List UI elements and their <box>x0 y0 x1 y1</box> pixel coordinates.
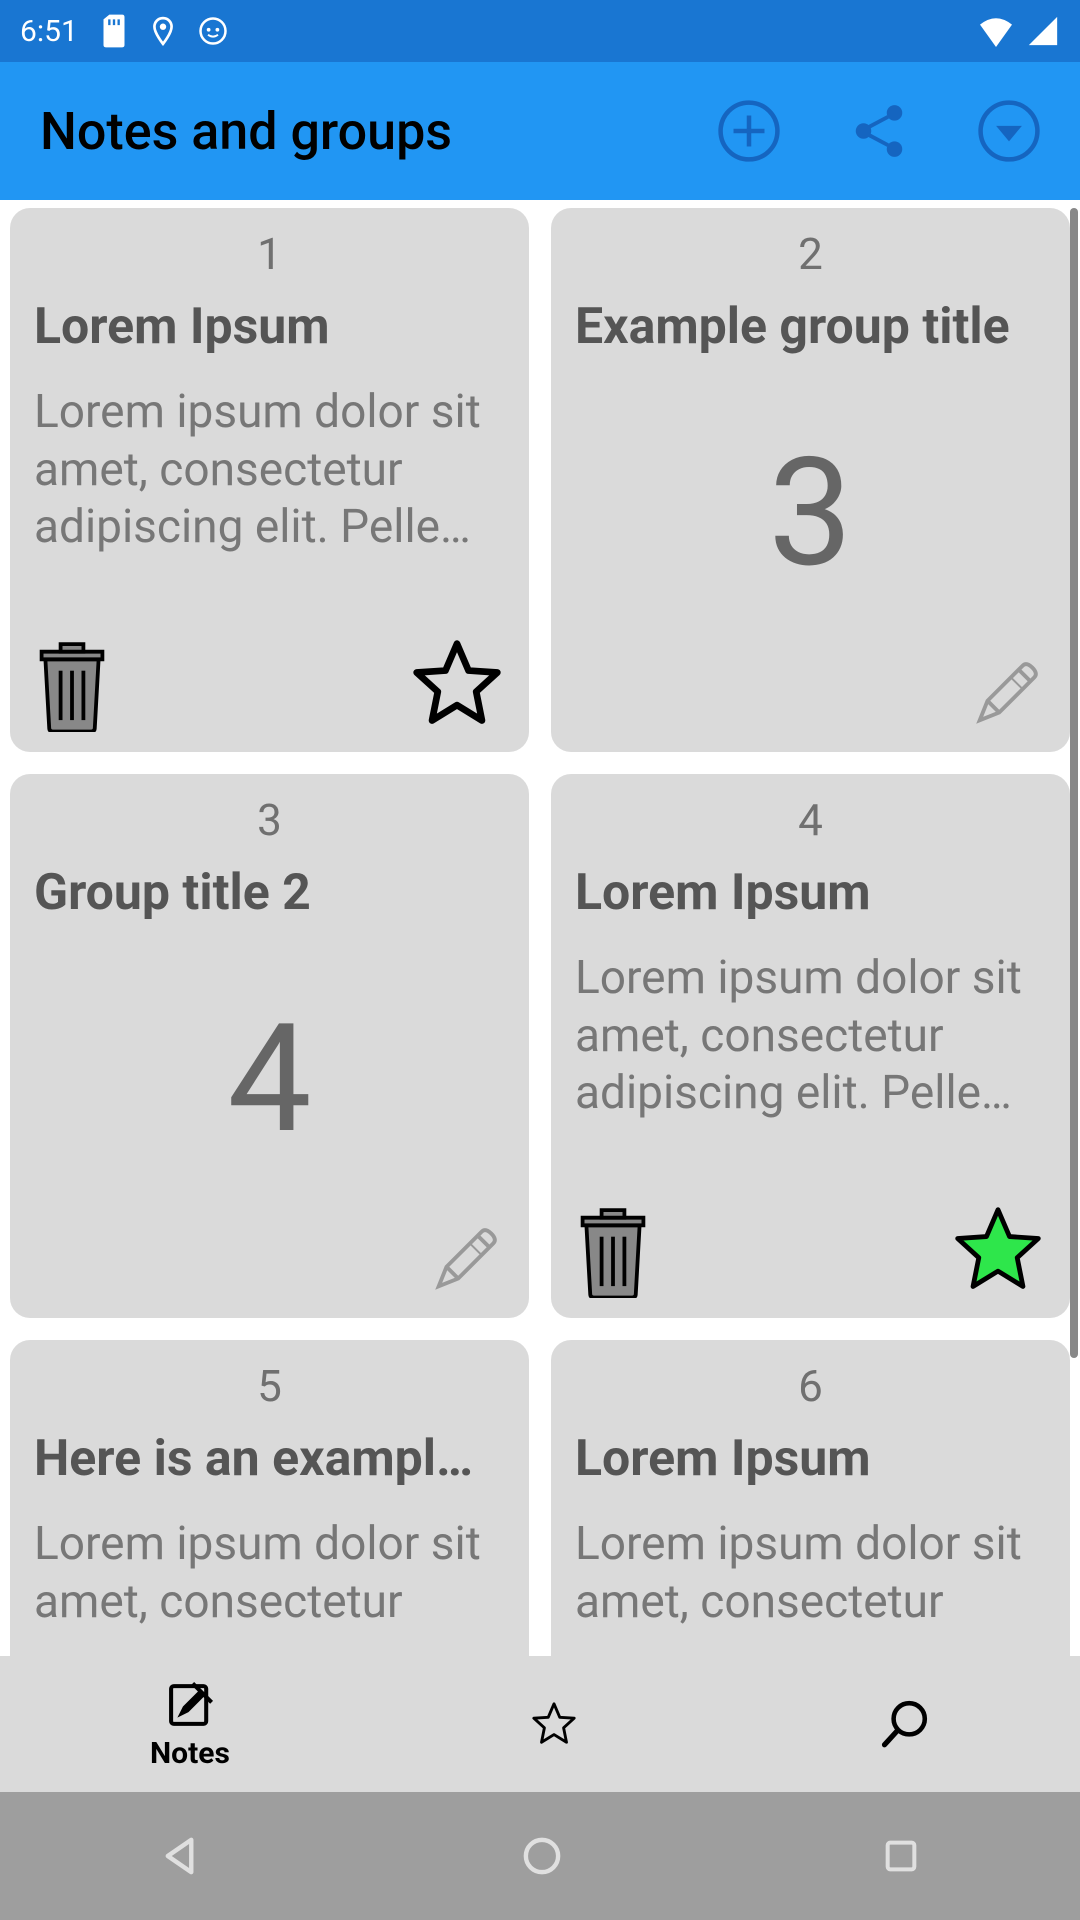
note-card[interactable]: 6 Lorem Ipsum Lorem ipsum dolor sit amet… <box>551 1340 1070 1656</box>
group-count: 3 <box>575 384 1046 642</box>
status-bar: 6:51 <box>0 0 1080 62</box>
add-button[interactable] <box>718 100 780 162</box>
card-number: 3 <box>34 794 505 846</box>
notes-icon <box>163 1678 217 1732</box>
signal-icon <box>1026 15 1060 47</box>
group-card[interactable]: 3 Group title 2 4 <box>10 774 529 1318</box>
card-body: Lorem ipsum dolor sit amet, consectetur <box>575 1516 1046 1656</box>
home-button[interactable] <box>520 1834 564 1878</box>
status-time: 6:51 <box>20 14 78 49</box>
card-title: Example group title <box>575 298 1046 356</box>
note-card[interactable]: 1 Lorem Ipsum Lorem ipsum dolor sit amet… <box>10 208 529 752</box>
group-count: 4 <box>34 950 505 1208</box>
app-bar: Notes and groups <box>0 62 1080 200</box>
card-number: 4 <box>575 794 1046 846</box>
page-title: Notes and groups <box>40 101 452 162</box>
bottom-tab-bar: Notes <box>0 1656 1080 1792</box>
star-icon <box>530 1700 578 1748</box>
card-number: 5 <box>34 1360 505 1412</box>
share-button[interactable] <box>848 100 910 162</box>
card-title: Group title 2 <box>34 864 505 922</box>
search-icon <box>878 1698 930 1750</box>
group-card[interactable]: 2 Example group title 3 <box>551 208 1070 752</box>
face-icon <box>198 16 228 46</box>
note-card[interactable]: 5 Here is an exampl… Lorem ipsum dolor s… <box>10 1340 529 1656</box>
card-body: Lorem ipsum dolor sit amet, consectetur … <box>34 384 505 642</box>
card-number: 1 <box>34 228 505 280</box>
note-card[interactable]: 4 Lorem Ipsum Lorem ipsum dolor sit amet… <box>551 774 1070 1318</box>
location-icon <box>150 16 176 46</box>
dropdown-button[interactable] <box>978 100 1040 162</box>
wifi-icon <box>976 15 1016 47</box>
delete-button[interactable] <box>575 1202 651 1298</box>
card-number: 6 <box>575 1360 1046 1412</box>
tab-notes[interactable]: Notes <box>150 1678 230 1771</box>
delete-button[interactable] <box>34 636 110 732</box>
edit-button[interactable] <box>427 1220 505 1298</box>
card-title: Lorem Ipsum <box>575 1430 1046 1488</box>
star-button[interactable] <box>409 636 505 732</box>
sd-card-icon <box>100 14 128 48</box>
tab-favorites[interactable] <box>530 1700 578 1748</box>
system-nav-bar <box>0 1792 1080 1920</box>
tab-search[interactable] <box>878 1698 930 1750</box>
card-title: Lorem Ipsum <box>575 864 1046 922</box>
card-title: Lorem Ipsum <box>34 298 505 356</box>
tab-label: Notes <box>150 1736 230 1771</box>
card-body: Lorem ipsum dolor sit amet, consectetur <box>34 1516 505 1656</box>
star-button-active[interactable] <box>950 1202 1046 1298</box>
recent-apps-button[interactable] <box>881 1836 921 1876</box>
back-button[interactable] <box>159 1834 203 1878</box>
card-title: Here is an exampl… <box>34 1430 505 1488</box>
card-body: Lorem ipsum dolor sit amet, consectetur … <box>575 950 1046 1208</box>
scrollbar-indicator <box>1070 208 1078 1358</box>
card-number: 2 <box>575 228 1046 280</box>
content-area[interactable]: 1 Lorem Ipsum Lorem ipsum dolor sit amet… <box>0 200 1080 1656</box>
edit-button[interactable] <box>968 654 1046 732</box>
